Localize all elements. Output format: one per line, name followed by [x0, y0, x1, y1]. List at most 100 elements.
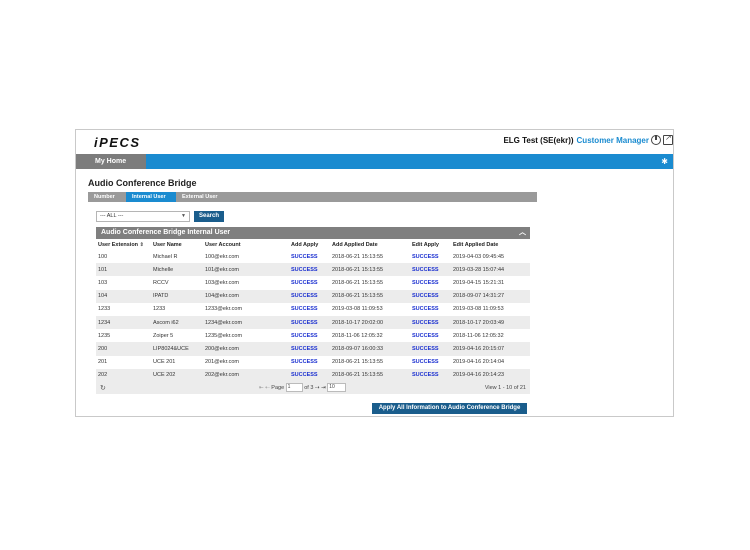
col-user-account[interactable]: User Account: [203, 239, 289, 250]
cell-edit-apply[interactable]: SUCCESS: [410, 303, 451, 316]
nav-my-home[interactable]: My Home: [76, 154, 146, 169]
table-row[interactable]: 1234 Ascom i62 1234@ekr.com SUCCESS 2018-10-…: [96, 315, 530, 330]
filter-select[interactable]: --- ALL --- ▼: [96, 211, 190, 222]
cell-add-apply[interactable]: SUCCESS: [289, 276, 330, 289]
col-add-applied-date[interactable]: Add Applied Date: [330, 239, 410, 250]
cell-edit-applied-date: 2019-04-15 15:21:31: [453, 279, 505, 286]
cell-edit-apply[interactable]: SUCCESS: [410, 329, 451, 342]
cell-user-name: Michelle: [151, 263, 203, 277]
cell-user-extension: 200: [96, 342, 151, 356]
header: iPECS ELG Test (SE(ekr)) Customer Manager: [76, 130, 673, 154]
role-link[interactable]: Customer Manager: [577, 136, 649, 145]
cell-edit-applied-date: 2019-04-16 20:14:23: [451, 368, 530, 382]
cell-user-extension: 1234: [96, 315, 151, 330]
first-page-icon[interactable]: ⇤: [259, 385, 264, 391]
page-of-label: of 3: [304, 384, 314, 391]
cell-add-apply[interactable]: SUCCESS: [289, 250, 330, 263]
cell-add-applied-date: 2018-06-21 15:13:55: [330, 263, 410, 277]
cell-edit-apply[interactable]: SUCCESS: [410, 250, 451, 263]
grid-caption-text: Audio Conference Bridge Internal User: [101, 229, 231, 236]
tab-external-user[interactable]: External User: [176, 192, 231, 202]
table-row[interactable]: 103 RCCV 103@ekr.com SUCCESS 2018-06-21 15:1…: [96, 276, 530, 289]
next-page-icon[interactable]: ⇢: [315, 385, 320, 391]
cell-add-apply[interactable]: SUCCESS: [289, 342, 330, 356]
cell-edit-applied-date: 2018-11-06 12:05:32: [453, 332, 504, 339]
filter-selected-value: --- ALL ---: [100, 213, 124, 219]
nav-bar: My Home ✱: [76, 154, 673, 169]
cell-user-extension: 202: [96, 368, 151, 382]
cell-add-applied-date: 2018-06-21 15:13:55: [330, 289, 410, 303]
cell-add-applied-date: 2018-06-21 15:13:55: [330, 368, 410, 382]
collapse-icon[interactable]: ︿: [519, 227, 526, 239]
cell-edit-apply[interactable]: SUCCESS: [410, 276, 451, 289]
cell-add-apply[interactable]: SUCCESS: [289, 263, 330, 277]
page-size-select[interactable]: 10: [327, 382, 347, 392]
search-button[interactable]: Search: [194, 211, 224, 222]
cell-add-applied-date: 2018-06-21 15:13:55: [332, 359, 384, 366]
last-page-icon[interactable]: ⇥: [321, 385, 326, 391]
cell-add-applied-date: 2019-03-08 11:09:53: [332, 306, 383, 313]
cell-add-apply[interactable]: SUCCESS: [289, 329, 330, 342]
tab-internal-user[interactable]: Internal User: [126, 192, 176, 202]
cell-add-apply[interactable]: SUCCESS: [289, 289, 330, 303]
logout-icon[interactable]: [663, 133, 673, 145]
cell-edit-apply[interactable]: SUCCESS: [410, 315, 451, 330]
cell-user-extension: 103: [98, 279, 108, 286]
pager-controls: ⇤ ⇠ Page 1 of 3 ⇢ ⇥ 10: [259, 382, 347, 394]
cell-add-applied-date: 2018-10-17 20:02:00: [330, 315, 410, 330]
col-edit-applied-date[interactable]: Edit Applied Date: [451, 239, 530, 250]
cell-edit-apply[interactable]: SUCCESS: [410, 263, 451, 277]
cell-edit-applied-date: 2018-09-07 14:31:27: [451, 289, 530, 303]
col-user-name[interactable]: User Name: [151, 239, 203, 250]
cell-user-account: 200@ekr.com: [203, 342, 289, 356]
table-row[interactable]: 200 LIP8024&UCE 200@ekr.com SUCCESS 2018-09-…: [96, 342, 530, 356]
cell-add-apply[interactable]: SUCCESS: [289, 356, 330, 369]
cell-user-account: 201@ekr.com: [205, 359, 240, 366]
page-label: Page: [271, 384, 285, 391]
cell-add-apply[interactable]: SUCCESS: [289, 303, 330, 316]
table-row[interactable]: 1235 Zoiper 5 1235@ekr.com SUCCESS 2018-11-0…: [96, 329, 530, 342]
cell-user-account: 101@ekr.com: [203, 263, 289, 277]
cell-edit-apply[interactable]: SUCCESS: [410, 356, 451, 369]
cell-edit-apply[interactable]: SUCCESS: [410, 342, 451, 356]
cell-user-name: RCCV: [153, 279, 169, 286]
table-row[interactable]: 1233 1233 1233@ekr.com SUCCESS 2019-03-08 11…: [96, 303, 530, 316]
app-window: iPECS ELG Test (SE(ekr)) Customer Manager…: [75, 129, 674, 417]
page-input[interactable]: 1: [285, 382, 303, 392]
cell-user-account: 202@ekr.com: [203, 368, 289, 382]
apply-all-button[interactable]: Apply All Information to Audio Conferenc…: [372, 403, 527, 414]
cell-user-name: Zoiper 5: [153, 332, 174, 339]
grid-header-row: User Extension ⇕ User Name User Account …: [96, 239, 530, 250]
account-info: ELG Test (SE(ekr)) Customer Manager: [503, 136, 649, 145]
refresh-icon[interactable]: ↻: [100, 384, 106, 392]
cell-edit-applied-date: 2018-10-17 20:03:49: [451, 315, 530, 330]
col-add-apply[interactable]: Add Apply: [289, 239, 330, 250]
table-row[interactable]: 201 UCE 201 201@ekr.com SUCCESS 2018-06-21 1…: [96, 356, 530, 369]
power-icon[interactable]: [651, 135, 661, 145]
ipecs-logo: iPECS: [94, 135, 141, 150]
cell-add-apply[interactable]: SUCCESS: [289, 368, 330, 382]
cell-user-name: UCE 202: [151, 368, 203, 382]
prev-page-icon[interactable]: ⇠: [265, 385, 270, 391]
sort-icon: ⇕: [139, 241, 144, 248]
col-edit-apply[interactable]: Edit Apply: [410, 239, 451, 250]
tab-number[interactable]: Number: [88, 192, 126, 202]
table-row[interactable]: 202 UCE 202 202@ekr.com SUCCESS 2018-06-21 1…: [96, 368, 530, 382]
cell-add-apply[interactable]: SUCCESS: [289, 315, 330, 330]
cell-edit-applied-date: 2019-03-08 11:09:53: [453, 306, 504, 313]
chevron-down-icon: ▼: [181, 213, 186, 219]
cell-user-extension: 1233: [98, 306, 111, 313]
table-row[interactable]: 100 Michael R 100@ekr.com SUCCESS 2018-06-21…: [96, 250, 530, 263]
cell-edit-apply[interactable]: SUCCESS: [410, 289, 451, 303]
cell-user-account: 1235@ekr.com: [205, 332, 243, 339]
grid-pager: ↻ ⇤ ⇠ Page 1 of 3 ⇢ ⇥ 10 View 1 - 10 of …: [96, 381, 530, 394]
view-range-text: View 1 - 10 of 21: [484, 384, 526, 391]
cell-add-applied-date: 2018-11-06 12:05:32: [332, 332, 383, 339]
cell-user-extension: 201: [98, 359, 108, 366]
star-icon[interactable]: ✱: [661, 154, 668, 169]
col-user-extension[interactable]: User Extension ⇕: [96, 239, 151, 250]
user-grid: Audio Conference Bridge Internal User ︿ …: [96, 227, 530, 394]
table-row[interactable]: 104 IPATD 104@ekr.com SUCCESS 2018-06-21 15:…: [96, 289, 530, 303]
table-row[interactable]: 101 Michelle 101@ekr.com SUCCESS 2018-06-21 …: [96, 263, 530, 277]
cell-edit-apply[interactable]: SUCCESS: [410, 368, 451, 382]
